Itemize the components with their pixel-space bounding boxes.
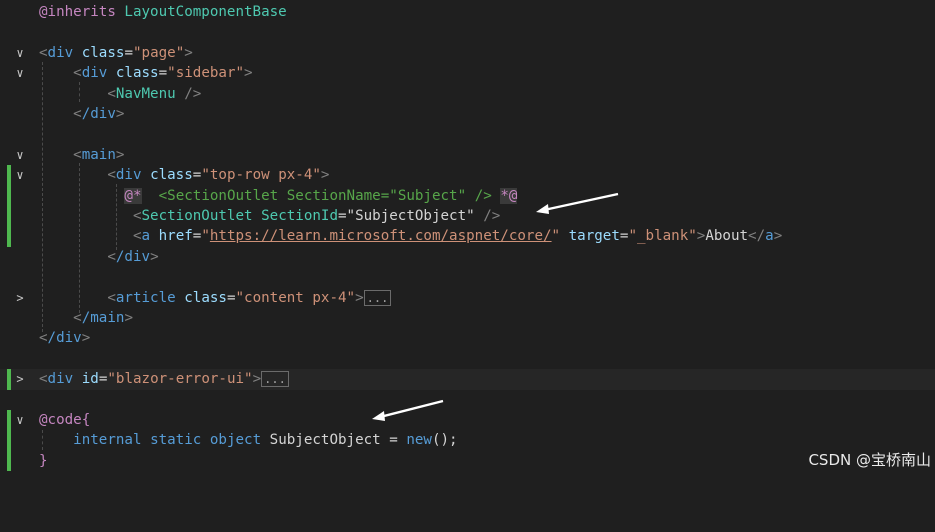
href-link[interactable]: https://learn.microsoft.com/aspnet/core/	[210, 228, 552, 244]
code-line-article[interactable]: > <article class="content px-4">...	[0, 288, 935, 308]
component-name: SectionOutlet	[141, 208, 253, 224]
code-line-field[interactable]: internal static object SubjectObject = n…	[0, 430, 935, 451]
code-editor[interactable]: @inherits LayoutComponentBase ∨ <div cla…	[0, 0, 935, 474]
inherits-directive: @inherits	[39, 4, 116, 20]
punctuation: ();	[431, 432, 458, 449]
code-line-razor-comment[interactable]: @* <SectionOutlet SectionName="Subject" …	[0, 185, 935, 206]
change-marker	[7, 430, 11, 451]
attr-name: SectionId	[261, 208, 338, 224]
arrow-annotation-icon	[372, 399, 444, 421]
arrow-annotation-icon	[536, 192, 619, 214]
code-line-code-directive[interactable]: ∨ @code{	[0, 410, 935, 431]
keyword: static	[150, 432, 202, 449]
code-line-blank[interactable]	[0, 22, 935, 42]
open-brace: {	[81, 412, 91, 428]
code-line-1[interactable]: @inherits LayoutComponentBase	[0, 2, 935, 22]
code-line-div-sidebar[interactable]: ∨ <div class="sidebar">	[0, 63, 935, 83]
change-marker	[7, 185, 11, 206]
code-line-blank[interactable]	[0, 390, 935, 410]
code-line-error-ui[interactable]: > <div id="blazor-error-ui">...	[0, 369, 935, 390]
code-line-section-outlet[interactable]: <SectionOutlet SectionId="SubjectObject"…	[0, 206, 935, 227]
code-directive: @code	[39, 412, 82, 428]
tag-name: div	[47, 44, 74, 61]
attr-value: blazor-error-ui	[115, 371, 245, 388]
attr-name: id	[81, 371, 99, 388]
tag-name: /div	[47, 330, 82, 347]
attr-value: page	[141, 44, 176, 61]
code-line-anchor[interactable]: <a href="https://learn.microsoft.com/asp…	[0, 226, 935, 247]
attr-value: content px-4	[244, 289, 347, 306]
tag-name: a	[765, 228, 774, 245]
tag-name: /div	[81, 106, 116, 122]
tag-name: main	[81, 146, 116, 163]
collapsed-region-button[interactable]: ...	[363, 289, 392, 306]
tag-name: div	[115, 167, 142, 184]
anchor-text: About	[705, 228, 749, 245]
change-marker	[7, 226, 11, 247]
change-marker	[7, 165, 11, 186]
attr-name: class	[150, 167, 193, 184]
tag-name: div	[47, 371, 74, 388]
change-marker	[7, 450, 11, 472]
tag-name: /main	[81, 310, 125, 326]
comment-value: Subject	[397, 187, 458, 204]
chevron-down-icon[interactable]: ∨	[12, 63, 28, 83]
inherits-base: LayoutComponentBase	[124, 4, 287, 20]
keyword: new	[406, 432, 432, 449]
chevron-down-icon[interactable]: ∨	[12, 43, 28, 63]
tag-name: /div	[115, 248, 151, 265]
comment-tag: SectionOutlet	[167, 187, 279, 204]
chevron-down-icon[interactable]: ∨	[12, 410, 28, 430]
change-marker	[7, 410, 11, 431]
change-marker	[7, 369, 11, 390]
chevron-down-icon[interactable]: ∨	[12, 165, 28, 185]
code-line-navmenu[interactable]: <NavMenu />	[0, 84, 935, 104]
collapsed-region-button[interactable]: ...	[261, 371, 289, 388]
comment-attr: SectionName	[286, 187, 381, 204]
code-line-blank[interactable]	[0, 349, 935, 369]
type-keyword: object	[209, 432, 262, 449]
close-brace: }	[39, 452, 48, 469]
component-name: NavMenu	[115, 85, 176, 102]
tag-name: a	[141, 228, 151, 245]
attr-name: target	[568, 228, 620, 245]
tag-name: article	[115, 289, 176, 306]
code-line-blank[interactable]	[0, 267, 935, 287]
code-line-main-close[interactable]: </main>	[0, 308, 935, 328]
attr-name: class	[184, 289, 227, 306]
operator: =	[389, 432, 398, 449]
attr-name: href	[158, 228, 193, 245]
attr-value: _blank	[636, 228, 689, 245]
attr-value: sidebar	[175, 65, 236, 82]
change-marker	[7, 206, 11, 227]
comment-open: @*	[124, 187, 142, 204]
code-line-div-toprow[interactable]: ∨ <div class="top-row px-4">	[0, 165, 935, 186]
comment-close: *@	[500, 187, 518, 204]
keyword: internal	[73, 432, 142, 449]
code-line-div-close[interactable]: </div>	[0, 104, 935, 124]
code-line-close-brace[interactable]: }	[0, 450, 935, 472]
chevron-down-icon[interactable]: ∨	[12, 145, 28, 165]
watermark: CSDN @宝桥南山	[808, 451, 931, 469]
code-line-blank[interactable]	[0, 124, 935, 144]
chevron-right-icon[interactable]: >	[12, 369, 28, 389]
attr-value: top-row px-4	[209, 167, 313, 184]
code-line-div-close[interactable]: </div>	[0, 247, 935, 267]
code-line-div-page[interactable]: ∨ <div class="page">	[0, 43, 935, 63]
code-line-main[interactable]: ∨ <main>	[0, 145, 935, 165]
attr-name: class	[115, 65, 159, 82]
attr-value: SubjectObject	[355, 208, 467, 224]
code-line-div-close[interactable]: </div>	[0, 328, 935, 348]
attr-name: class	[81, 44, 125, 61]
chevron-right-icon[interactable]: >	[12, 288, 28, 308]
field-name: SubjectObject	[269, 432, 381, 449]
tag-name: div	[81, 65, 108, 82]
